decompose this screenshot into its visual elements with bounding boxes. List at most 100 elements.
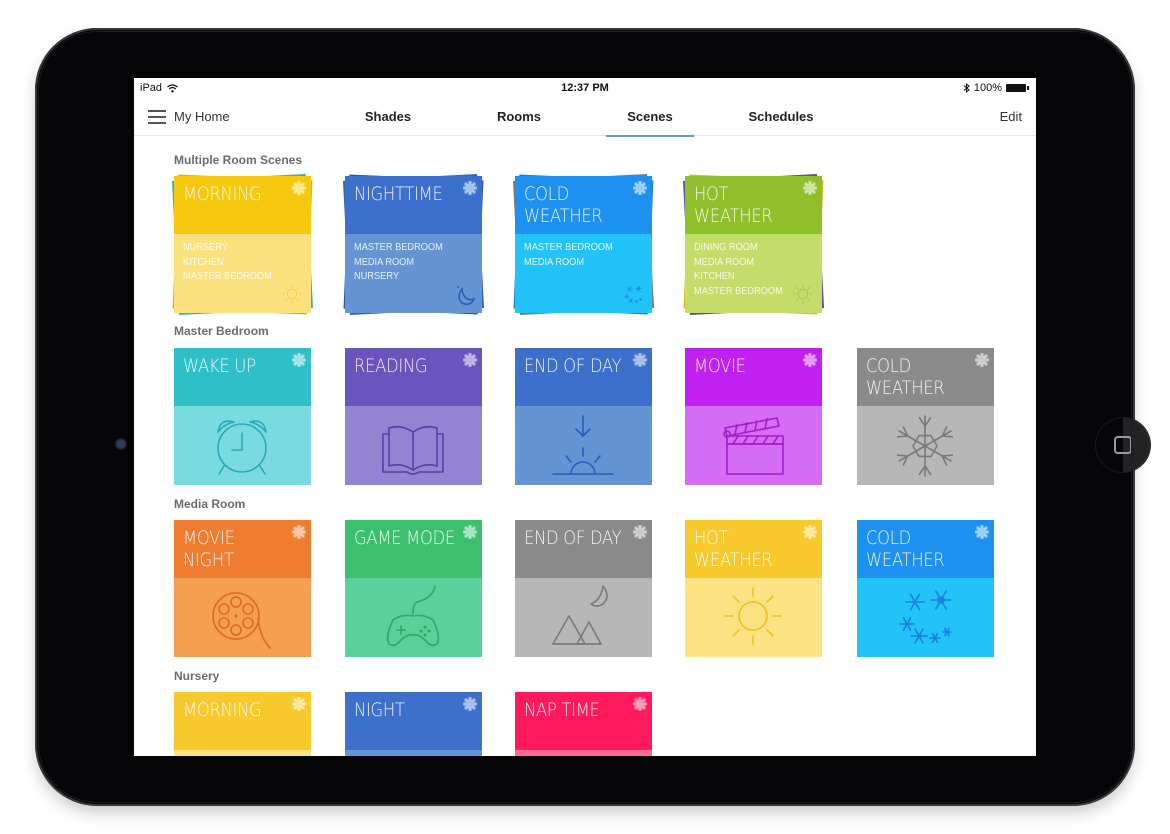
scene-title: COLD WEATHER xyxy=(524,183,603,227)
section-label: Media Room xyxy=(174,497,246,511)
scene-title-line: WEATHER xyxy=(866,377,945,399)
scene-title-line: WEATHER xyxy=(694,549,773,571)
scene-title-line: NIGHTTIME xyxy=(354,183,443,205)
gear-icon[interactable] xyxy=(803,181,817,195)
scene-room: NURSERY xyxy=(354,270,400,282)
multi-room-scene-card[interactable]: NIGHTTIME MASTER BEDROOM MEDIA ROOM NURSER… xyxy=(342,173,485,316)
gear-icon[interactable] xyxy=(463,181,477,195)
scene-card-front: HOT WEATHER DINING ROOM MEDIA ROOM KITCHEN M… xyxy=(685,176,822,313)
section-label: Master Bedroom xyxy=(174,324,269,338)
moon-mountains-icon xyxy=(552,585,608,645)
scene-title-line: MORNING xyxy=(183,699,262,721)
scene-title-line: COLD xyxy=(524,183,569,205)
scene-card[interactable]: WAKE UP xyxy=(174,348,311,485)
scene-card-front: NIGHTTIME MASTER BEDROOM MEDIA ROOM NURSER… xyxy=(345,176,482,313)
scene-title-line: WEATHER xyxy=(866,549,945,571)
film-reel-icon xyxy=(212,592,271,649)
scene-room: KITCHEN xyxy=(183,255,224,268)
hamburger-menu-icon[interactable] xyxy=(148,110,166,124)
scene-title: MOVIE NIGHT xyxy=(183,527,235,571)
scene-card-front: COLD WEATHER MASTER BEDROOM MEDIA ROOM xyxy=(515,176,652,313)
bluetooth-icon xyxy=(963,83,970,93)
gear-icon[interactable] xyxy=(803,525,817,539)
home-button[interactable] xyxy=(1096,418,1150,472)
scene-card[interactable]: MOVIE NIGHT xyxy=(174,520,311,657)
scene-title: MORNING xyxy=(183,699,262,721)
nav-bar: My Home Shades Rooms Scenes Schedules Ed… xyxy=(134,98,1036,137)
gear-icon[interactable] xyxy=(463,353,477,367)
scene-card-front: MORNING NURSERY KITCHEN MASTER BEDROOM xyxy=(174,176,311,313)
scene-card[interactable]: END OF DAY xyxy=(515,520,652,657)
gear-icon[interactable] xyxy=(633,525,647,539)
scene-card[interactable]: END OF DAY xyxy=(515,348,652,485)
scene-card[interactable]: MOVIE xyxy=(685,348,822,485)
scene-card[interactable]: READING xyxy=(345,348,482,485)
scene-card-header: MOVIE NIGHT xyxy=(174,520,311,578)
edit-button[interactable]: Edit xyxy=(1000,109,1022,124)
gear-icon[interactable] xyxy=(292,697,306,711)
scene-card-header: READING xyxy=(345,348,482,406)
scene-title: COLD WEATHER xyxy=(866,527,945,571)
home-button-square-icon xyxy=(1114,436,1132,454)
scene-title-line: READING xyxy=(354,355,428,377)
gear-icon[interactable] xyxy=(975,525,989,539)
scene-card[interactable]: HOT WEATHER xyxy=(685,520,822,657)
gear-icon[interactable] xyxy=(633,181,647,195)
app-screen: iPad 12:37 PM 100% My Home Shades Rooms … xyxy=(134,78,1036,756)
scene-card-header: COLD WEATHER xyxy=(857,348,994,406)
scene-title: GAME MODE xyxy=(354,527,455,549)
alarm-clock-icon xyxy=(217,420,267,475)
scene-card[interactable]: NIGHT xyxy=(345,692,482,756)
scene-rooms-list: DINING ROOM MEDIA ROOM KITCHEN MASTER BEDRO… xyxy=(694,240,783,298)
scene-card[interactable]: COLD WEATHER xyxy=(857,348,994,485)
clock: 12:37 PM xyxy=(561,82,609,94)
scene-card[interactable]: COLD WEATHER xyxy=(857,520,994,657)
scene-title-line: WAKE UP xyxy=(183,355,256,377)
home-selector[interactable]: My Home xyxy=(174,109,230,124)
scene-room: DINING ROOM xyxy=(694,241,758,253)
scene-room: MASTER BEDROOM xyxy=(183,270,272,282)
scene-title-line: MOVIE xyxy=(183,527,235,549)
scene-card-body xyxy=(174,750,311,756)
gear-icon[interactable] xyxy=(292,525,306,539)
status-bar: iPad 12:37 PM 100% xyxy=(134,78,1036,98)
sun-icon xyxy=(282,284,302,304)
gear-icon[interactable] xyxy=(292,353,306,367)
gear-icon[interactable] xyxy=(633,353,647,367)
scene-card[interactable]: MORNING xyxy=(174,692,311,756)
scene-title-line: NIGHT xyxy=(183,549,234,571)
gear-icon[interactable] xyxy=(463,697,477,711)
gear-icon[interactable] xyxy=(463,525,477,539)
battery-percent: 100% xyxy=(973,82,1002,94)
tab-shades[interactable]: Shades xyxy=(344,109,432,124)
scene-title: NIGHT xyxy=(354,699,405,721)
scene-title-line: COLD xyxy=(866,527,911,549)
scene-title-line: GAME MODE xyxy=(354,527,456,549)
gear-icon[interactable] xyxy=(975,353,989,367)
scene-card-header: MORNING xyxy=(174,176,311,234)
tab-schedules[interactable]: Schedules xyxy=(737,109,825,124)
multi-room-scene-card[interactable]: COLD WEATHER MASTER BEDROOM MEDIA ROOM xyxy=(512,173,655,316)
scene-card-header: NIGHT xyxy=(345,692,482,750)
scene-title: COLD WEATHER xyxy=(866,355,945,399)
tab-rooms[interactable]: Rooms xyxy=(475,109,563,124)
scene-title-line: MOVIE xyxy=(694,355,746,377)
scene-card[interactable]: NAP TIME xyxy=(515,692,652,756)
multi-room-scene-card[interactable]: MORNING NURSERY KITCHEN MASTER BEDROOM xyxy=(171,173,314,316)
front-camera xyxy=(115,438,127,450)
clapperboard-icon xyxy=(723,417,784,475)
scene-card-body xyxy=(345,750,482,756)
scene-title: NIGHTTIME xyxy=(354,183,443,205)
scene-card-header: END OF DAY xyxy=(515,348,652,406)
gear-icon[interactable] xyxy=(633,697,647,711)
multi-room-scene-card[interactable]: HOT WEATHER DINING ROOM MEDIA ROOM KITCHEN M… xyxy=(682,173,825,316)
moon-icon xyxy=(457,286,476,306)
gear-icon[interactable] xyxy=(292,181,306,195)
scene-card[interactable]: GAME MODE xyxy=(345,520,482,657)
scene-title: MOVIE xyxy=(694,355,746,377)
gear-icon[interactable] xyxy=(803,353,817,367)
scene-title: NAP TIME xyxy=(524,699,600,721)
scene-rooms-list: MASTER BEDROOM MEDIA ROOM NURSERY xyxy=(354,240,443,284)
sun-icon xyxy=(793,284,813,304)
tab-scenes[interactable]: Scenes xyxy=(606,109,694,137)
